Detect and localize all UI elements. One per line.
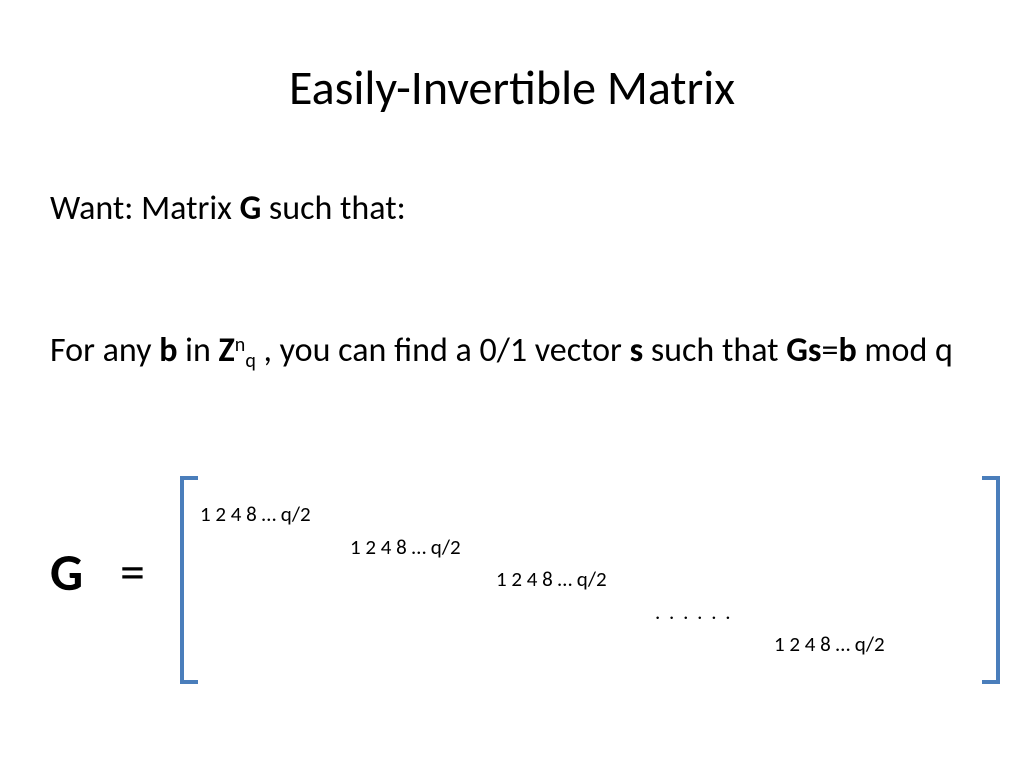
text-p4: such that (643, 330, 786, 371)
superscript-n: n (235, 333, 246, 357)
matrix-definition: G = 1 2 4 8 … q/2 1 2 4 8 … q/2 1 2 4 8 … (50, 480, 990, 700)
text-p1: For any (50, 330, 159, 371)
equals-large: = (120, 542, 145, 603)
matrix-content: 1 2 4 8 … q/2 1 2 4 8 … q/2 1 2 4 8 … q/… (200, 498, 980, 661)
slide: Easily-Invertible Matrix Want: Matrix G … (0, 0, 1024, 768)
matrix-row-dots: . . . . . . (200, 596, 980, 629)
symbol-G: G (240, 188, 262, 229)
equals-sign: = (822, 330, 839, 371)
left-bracket-icon (180, 476, 198, 684)
want-line: Want: Matrix G such that: (50, 186, 406, 232)
slide-title: Easily-Invertible Matrix (0, 58, 1024, 117)
symbol-G-large: G (50, 540, 83, 604)
text-suffix: such that: (261, 188, 405, 229)
text-p5: mod q (857, 330, 953, 371)
symbol-b2: b (838, 330, 856, 371)
symbol-Z: Z (219, 330, 235, 371)
condition-line: For any b in Znq , you can find a 0/1 ve… (50, 328, 970, 377)
matrix-row-2: 1 2 4 8 … q/2 (200, 531, 980, 564)
right-bracket-icon (982, 476, 1000, 684)
matrix-row-5: 1 2 4 8 … q/2 (200, 628, 980, 661)
symbol-Gs: Gs (786, 330, 821, 371)
matrix-row-3: 1 2 4 8 … q/2 (200, 563, 980, 596)
text-prefix: Want: Matrix (50, 188, 240, 229)
text-p3: , you can find a 0/1 vector (256, 330, 630, 371)
text-p2: in (177, 330, 218, 371)
matrix-row-1: 1 2 4 8 … q/2 (200, 498, 980, 531)
subscript-q: q (245, 349, 256, 373)
symbol-b: b (159, 330, 177, 371)
symbol-s: s (630, 330, 644, 371)
